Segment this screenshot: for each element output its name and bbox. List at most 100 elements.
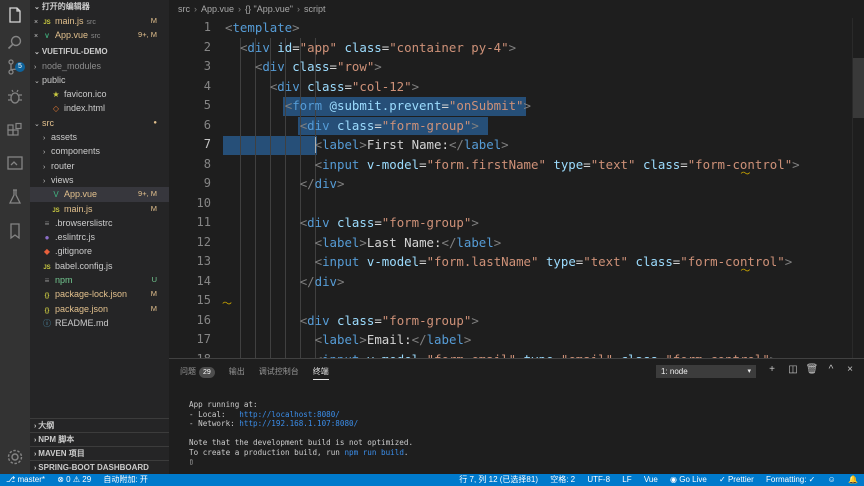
file-tree-item[interactable]: › components <box>30 144 169 158</box>
cursor-position-status[interactable]: 行 7, 列 12 (已选择81) <box>459 474 538 486</box>
formatting-status[interactable]: Formatting: ✓ <box>766 474 815 486</box>
file-tree-item[interactable]: ≡ .browserslistrc <box>30 216 169 230</box>
branch-status[interactable]: ⎇ master* <box>6 474 45 486</box>
extensions-icon[interactable] <box>6 122 24 140</box>
file-tree-item[interactable]: JS main.js M <box>30 202 169 216</box>
explorer-icon[interactable] <box>6 6 24 24</box>
breadcrumb-item[interactable]: App.vue <box>201 4 234 14</box>
file-tree-item[interactable]: › assets <box>30 130 169 144</box>
code-line[interactable]: <input v-model="form.firstName" type="te… <box>315 155 800 175</box>
code-line[interactable]: <div class="form-group"> <box>300 213 479 233</box>
terminal-output[interactable]: App running at: - Local: http://localhos… <box>189 400 413 467</box>
code-line[interactable]: <div class="col-12"> <box>270 77 419 97</box>
code-line[interactable]: <label>Last Name:</label> <box>315 233 502 253</box>
code-line[interactable]: <template> <box>225 18 300 38</box>
file-tree-item[interactable]: ≡ npm U <box>30 273 169 287</box>
remote-explorer-icon[interactable] <box>6 154 24 172</box>
panel-tab[interactable]: 输出 <box>229 364 245 380</box>
sidebar-section-header[interactable]: › SPRING-BOOT DASHBOARD <box>30 460 169 474</box>
sidebar-section-header[interactable]: › MAVEN 项目 <box>30 446 169 460</box>
code-line[interactable]: </div> <box>300 174 345 194</box>
file-tree-item[interactable]: V App.vue 9+, M <box>30 187 169 202</box>
file-name: index.html <box>64 103 106 114</box>
code-line[interactable]: </div> <box>300 272 345 292</box>
account-settings-icon[interactable] <box>6 448 24 466</box>
search-icon[interactable] <box>6 34 24 52</box>
file-tree-item[interactable]: JS babel.config.js <box>30 259 169 273</box>
panel-tab[interactable]: 问题 29 <box>180 364 215 380</box>
new-terminal-icon[interactable]: + <box>765 363 779 377</box>
debug-icon[interactable] <box>6 88 24 106</box>
file-tree-item[interactable]: ★ favicon.ico <box>30 87 169 101</box>
code-token: < <box>314 234 323 250</box>
auto-attach-status[interactable]: 自动附加: 开 <box>103 474 147 486</box>
sidebar-section-header[interactable]: › NPM 脚本 <box>30 432 169 446</box>
split-terminal-icon[interactable]: ◫ <box>786 363 800 377</box>
feedback-icon[interactable]: ☺ <box>828 474 836 486</box>
maximize-panel-icon[interactable]: ^ <box>824 363 838 377</box>
panel-tab[interactable]: 终端 <box>312 364 329 380</box>
code-line[interactable]: <label>First Name:</label> <box>315 135 509 155</box>
open-editor-item[interactable]: × JS main.js src M <box>30 14 169 28</box>
code-line[interactable]: <label>Email:</label> <box>315 330 472 350</box>
problems-status[interactable]: ⊗ 0 ⚠ 29 <box>57 474 91 486</box>
file-tree-item[interactable]: {} package-lock.json M <box>30 287 169 301</box>
code-line[interactable]: <div class="form-group"> <box>300 311 479 331</box>
encoding-status[interactable]: UTF-8 <box>587 474 610 486</box>
chevron-right-icon: › <box>43 163 46 171</box>
network-url-link[interactable]: http://192.168.1.107:8080/ <box>239 419 358 428</box>
code-line[interactable]: <div class="form-group"> <box>300 116 479 136</box>
file-tree-item[interactable]: ⌄ public <box>30 73 169 87</box>
notifications-icon[interactable]: 🔔 <box>848 474 858 486</box>
code-line[interactable]: <form @submit.prevent="onSubmit"> <box>285 96 531 116</box>
minimap-scrollbar[interactable] <box>852 18 864 358</box>
file-tree-item[interactable]: › router <box>30 159 169 173</box>
test-flask-icon[interactable] <box>6 188 24 206</box>
open-editors-header[interactable]: ⌄ 打开的编辑器 <box>30 0 169 14</box>
prettier-status[interactable]: ✓ Prettier <box>719 474 754 486</box>
section-title: 大纲 <box>38 421 55 430</box>
code-line[interactable]: <input v-model="form.email" type="email"… <box>315 350 778 359</box>
code-token: class <box>337 215 375 230</box>
file-tree-item[interactable]: {} package.json M <box>30 302 169 316</box>
code-token: id <box>277 39 293 55</box>
code-token: class <box>337 117 375 133</box>
code-line[interactable]: <div class="row"> <box>255 57 382 77</box>
file-type-icon: V <box>53 190 59 200</box>
project-header[interactable]: ⌄ VUETIFUL-DEMO <box>30 45 169 59</box>
close-icon[interactable]: × <box>34 16 42 28</box>
close-panel-icon[interactable]: × <box>843 363 857 377</box>
panel-tab[interactable]: 调试控制台 <box>259 364 299 380</box>
breadcrumb-item[interactable]: {} "App.vue" <box>245 4 293 14</box>
file-tree-item[interactable]: ⓘ README.md <box>30 316 169 330</box>
close-icon[interactable]: × <box>34 30 42 42</box>
code-line[interactable]: <input v-model="form.lastName" type="tex… <box>315 252 793 272</box>
local-url-link[interactable]: http://localhost:8080/ <box>239 410 340 419</box>
code-editor[interactable]: 123456789101112131415161718 <template><d… <box>169 18 852 358</box>
file-tree-item[interactable]: ◆ .gitignore <box>30 244 169 258</box>
file-tree-item[interactable]: ⌄ src ● <box>30 116 169 130</box>
line-number: 10 <box>196 195 211 210</box>
scrollbar-thumb[interactable] <box>853 58 864 118</box>
code-line[interactable]: <div id="app" class="container py-4"> <box>240 38 516 58</box>
code-area[interactable]: <template> <div id="app" class="container… <box>222 18 852 359</box>
file-type-icon: ◆ <box>43 247 51 257</box>
breadcrumb-item[interactable]: src <box>178 4 190 14</box>
code-token: = <box>374 215 382 230</box>
file-tree-item[interactable]: › node_modules <box>30 59 169 73</box>
open-editor-item[interactable]: × V App.vue src 9+, M <box>30 28 169 42</box>
terminal-selector[interactable]: 1: node ▾ <box>656 365 756 378</box>
indentation-status[interactable]: 空格: 2 <box>550 474 575 486</box>
code-token: > <box>501 137 509 152</box>
eol-status[interactable]: LF <box>622 474 631 486</box>
file-tree-item[interactable]: ● .eslintrc.js <box>30 230 169 244</box>
kill-terminal-icon[interactable]: 🗑 <box>805 363 819 377</box>
language-mode-status[interactable]: Vue <box>644 474 658 486</box>
line-number: 11 <box>196 215 211 229</box>
file-tree-item[interactable]: ◇ index.html <box>30 101 169 115</box>
sidebar-section-header[interactable]: › 大纲 <box>30 418 169 432</box>
file-tree-item[interactable]: › views <box>30 173 169 187</box>
bookmark-icon[interactable] <box>6 222 24 240</box>
golive-status[interactable]: ◉ Go Live <box>670 474 707 486</box>
breadcrumb-item[interactable]: script <box>304 4 326 14</box>
